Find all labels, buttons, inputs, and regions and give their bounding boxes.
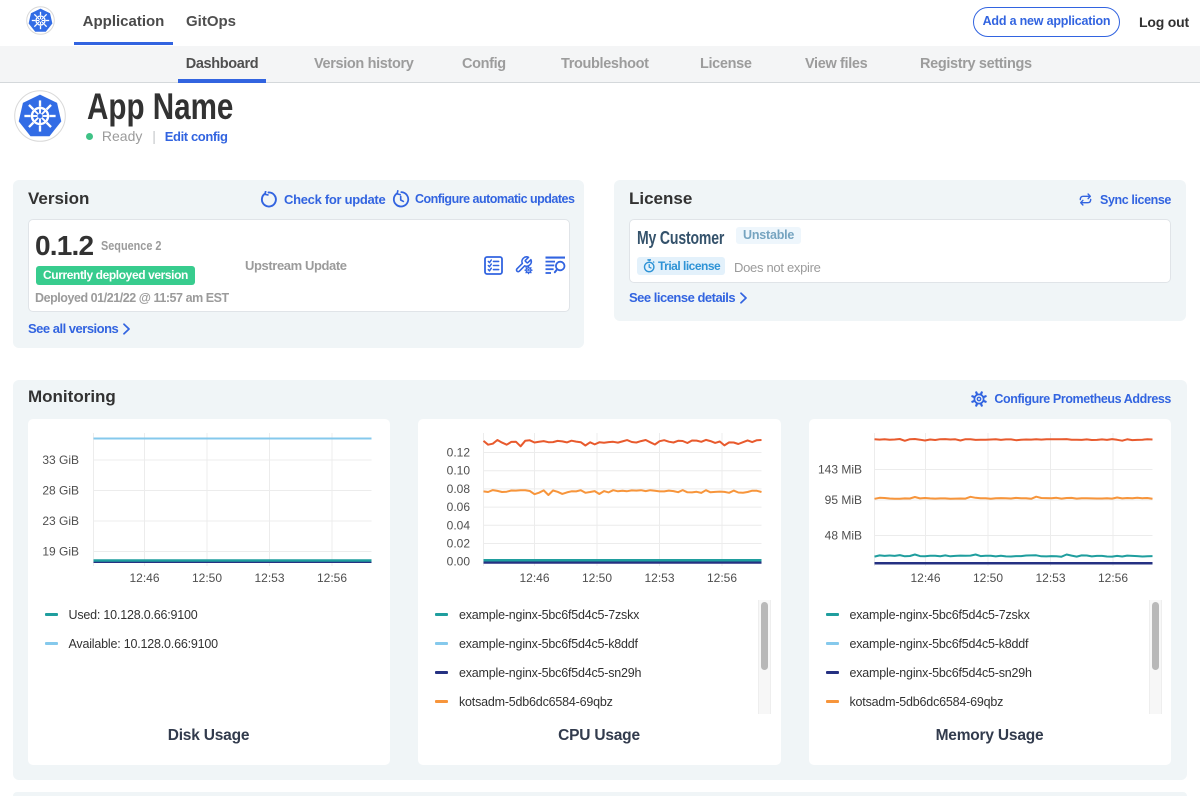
svg-text:0.04: 0.04: [447, 518, 471, 532]
svg-text:12:56: 12:56: [1097, 571, 1127, 585]
svg-text:12:56: 12:56: [316, 571, 346, 585]
svg-text:12:46: 12:46: [519, 571, 549, 585]
svg-text:23 GiB: 23 GiB: [42, 514, 79, 528]
svg-text:19 GiB: 19 GiB: [42, 545, 79, 559]
svg-text:12:50: 12:50: [582, 571, 612, 585]
svg-text:28 GiB: 28 GiB: [42, 484, 79, 498]
svg-text:48 MiB: 48 MiB: [824, 529, 861, 543]
svg-text:95 MiB: 95 MiB: [824, 493, 861, 507]
svg-text:0.02: 0.02: [447, 537, 471, 551]
svg-text:0.12: 0.12: [447, 446, 471, 460]
svg-text:12:56: 12:56: [707, 571, 737, 585]
svg-text:12:50: 12:50: [191, 571, 221, 585]
svg-text:0.08: 0.08: [447, 482, 471, 496]
svg-text:0.00: 0.00: [447, 555, 471, 569]
svg-text:143 MiB: 143 MiB: [817, 463, 861, 477]
svg-text:12:53: 12:53: [1035, 571, 1065, 585]
svg-text:33 GiB: 33 GiB: [42, 453, 79, 467]
svg-text:12:46: 12:46: [129, 571, 159, 585]
svg-text:12:53: 12:53: [644, 571, 674, 585]
svg-text:0.06: 0.06: [447, 500, 471, 514]
svg-text:12:53: 12:53: [254, 571, 284, 585]
svg-text:12:46: 12:46: [910, 571, 940, 585]
svg-text:12:50: 12:50: [972, 571, 1002, 585]
svg-text:0.10: 0.10: [447, 464, 471, 478]
